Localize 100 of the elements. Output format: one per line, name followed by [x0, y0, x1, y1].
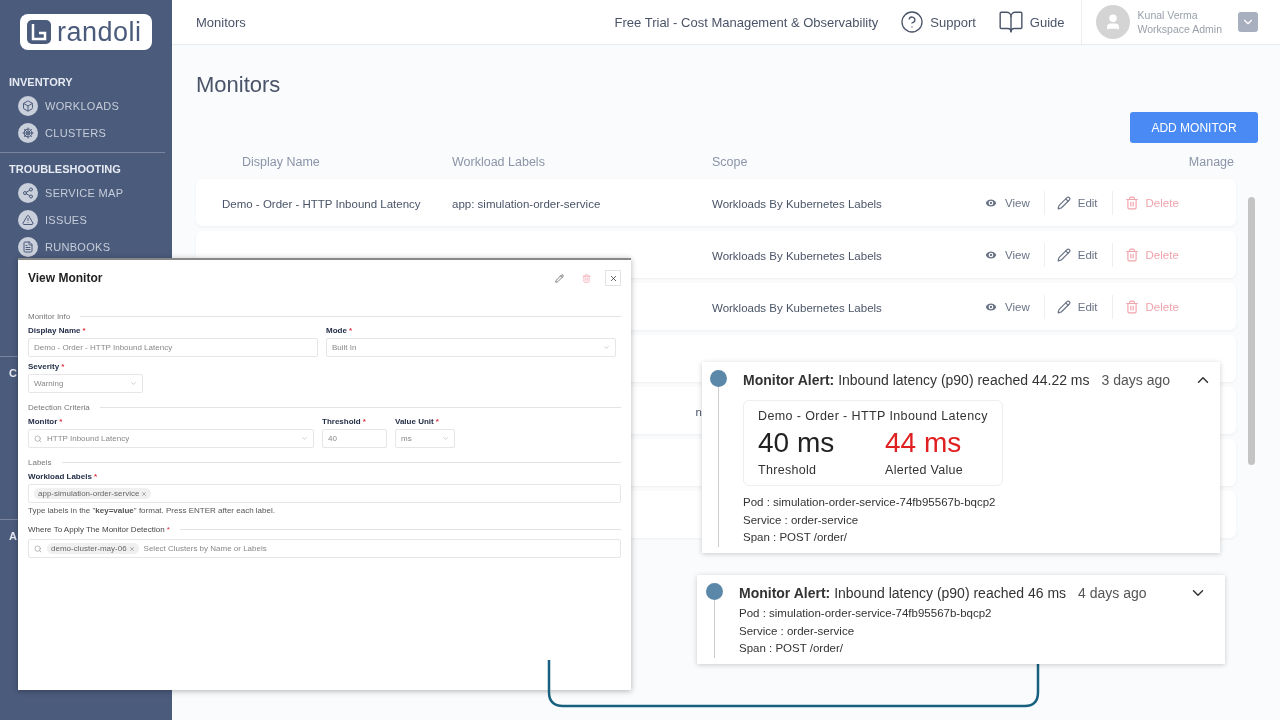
tag-chip: demo-cluster-may-06: [47, 543, 139, 554]
column-header: Display Name: [242, 155, 321, 171]
search-icon: [34, 434, 42, 443]
caret-icon: [130, 380, 137, 387]
field-label: Mode *: [326, 326, 352, 335]
monitor-name: Demo - Order - HTTP Inbound Latency: [758, 409, 988, 423]
hint-text: Type labels in the "key=value" format. Press ENTER after each label.: [28, 506, 275, 515]
column-header: Manage: [1187, 155, 1234, 171]
user-name: Kunal Verma: [1137, 8, 1199, 22]
nav-item[interactable]: WORKLOADS: [0, 92, 172, 119]
alert-detail: Pod : simulation-order-service-74fb95567b-bqcp2: [743, 495, 996, 510]
page-title: Monitors: [196, 72, 282, 98]
dialog-title: View Monitor: [28, 271, 103, 285]
alert-time: 3 days ago: [1101, 372, 1171, 388]
alerted-label: Alerted Value: [885, 463, 965, 477]
trash-icon: [1124, 299, 1139, 314]
field-label: Severity *: [28, 362, 65, 371]
network-icon: [18, 182, 38, 203]
trash-icon: [1124, 195, 1139, 210]
alert-title: Monitor Alert: Inbound latency (p90) reached 46 ms: [739, 585, 1067, 601]
table-cell: Workloads By Kubernetes Labels: [712, 249, 882, 262]
user-role: Workspace Admin: [1137, 22, 1222, 36]
select-field[interactable]: Warning: [28, 374, 143, 393]
field-label: Threshold *: [322, 417, 366, 426]
caret-icon: [301, 435, 308, 442]
table-cell: Workloads By Kubernetes Labels: [712, 197, 882, 210]
column-header: Scope: [712, 155, 749, 171]
trash-icon: [1124, 247, 1139, 262]
select-field[interactable]: Built In: [326, 338, 616, 357]
alert-detail: Service : order-service: [739, 623, 855, 639]
edit-button[interactable]: Edit: [1043, 190, 1112, 215]
trial-text: Free Trial - Cost Management & Observability: [614, 14, 879, 30]
close-button[interactable]: [605, 270, 621, 286]
table-cell: Workloads By Kubernetes Labels: [712, 301, 882, 314]
nav-item[interactable]: ISSUES: [0, 206, 165, 233]
view-button[interactable]: View: [972, 242, 1044, 267]
pencil-icon: [1056, 247, 1071, 262]
add-monitor-button[interactable]: ADD MONITOR: [1130, 112, 1258, 143]
section-heading: INVENTORY: [9, 76, 73, 88]
caret-icon: [603, 344, 610, 351]
table-cell: n: [695, 405, 702, 418]
section-heading: C: [9, 367, 17, 379]
section-title: Detection Criteria: [28, 403, 90, 412]
avatar[interactable]: [1095, 5, 1130, 39]
nav-item[interactable]: RUNBOOKS: [0, 233, 165, 260]
search-icon: [34, 544, 42, 553]
cube-icon: [18, 95, 38, 116]
pencil-icon: [1056, 299, 1071, 314]
view-button[interactable]: View: [972, 294, 1044, 319]
edit-button[interactable]: Edit: [1043, 242, 1112, 267]
alert-time: 4 days ago: [1078, 585, 1147, 601]
tag-chip: app-simulation-order-service: [34, 488, 152, 499]
section-title: Monitor Info: [28, 312, 71, 321]
guide-link[interactable]: Guide: [997, 9, 1065, 35]
view-button[interactable]: View: [972, 190, 1044, 215]
section-heading: TROUBLESHOOTING: [9, 163, 121, 175]
help-icon: [900, 10, 925, 34]
alerted-value: 44 ms: [885, 427, 963, 459]
scrollbar[interactable]: [1248, 197, 1255, 465]
alert-title: Monitor Alert: Inbound latency (p90) reached 44.22 ms: [743, 372, 1090, 388]
threshold-label: Threshold: [758, 463, 818, 477]
threshold-value: 40 ms: [758, 427, 836, 459]
field-label: Value Unit *: [395, 417, 439, 426]
tag-field[interactable]: demo-cluster-may-06 Select Clusters by Name or Labels: [28, 539, 621, 558]
close-icon[interactable]: [128, 545, 135, 552]
section-title: Labels: [28, 458, 52, 467]
select-field[interactable]: ms: [395, 429, 455, 448]
caret-icon: [442, 435, 449, 442]
pencil-icon: [1056, 195, 1071, 210]
support-link[interactable]: Support: [900, 10, 976, 34]
book-icon: [997, 9, 1024, 35]
nav-item[interactable]: CLUSTERS: [0, 119, 172, 146]
text-field[interactable]: 40: [322, 429, 387, 448]
logo-icon: [26, 19, 52, 45]
timeline-dot: [710, 370, 727, 387]
nav-item[interactable]: SERVICE MAP: [0, 179, 165, 206]
tag-field[interactable]: app-simulation-order-service: [28, 484, 621, 503]
select-field[interactable]: HTTP Inbound Latency: [28, 429, 314, 448]
alert-detail: Span : POST /order/: [739, 641, 843, 656]
column-header: Workload Labels: [452, 155, 546, 171]
close-icon: [608, 273, 618, 283]
logo: randoli: [20, 14, 152, 50]
ship-wheel-icon: [18, 122, 38, 143]
edit-button[interactable]: Edit: [1043, 294, 1112, 319]
table-cell: app: simulation-order-service: [452, 197, 601, 210]
document-icon: [18, 236, 38, 257]
trash-icon[interactable]: [582, 273, 591, 283]
alert-detail: Service : order-service: [743, 512, 859, 528]
pencil-icon[interactable]: [555, 273, 564, 283]
section-heading: A: [9, 530, 17, 542]
field-label: Workload Labels *: [28, 472, 97, 481]
dropdown-button[interactable]: [1238, 12, 1258, 32]
alert-detail: Pod : simulation-order-service-74fb95567b-bqcp2: [739, 606, 992, 621]
breadcrumb: Monitors: [196, 14, 246, 30]
section-title: Where To Apply The Monitor Detection *: [28, 525, 170, 534]
field-label: Display Name *: [28, 326, 86, 335]
close-icon[interactable]: [141, 490, 148, 497]
alert-detail: Span : POST /order/: [743, 530, 847, 545]
text-field[interactable]: Demo - Order - HTTP Inbound Latency: [28, 338, 318, 357]
warning-icon: [18, 209, 38, 230]
